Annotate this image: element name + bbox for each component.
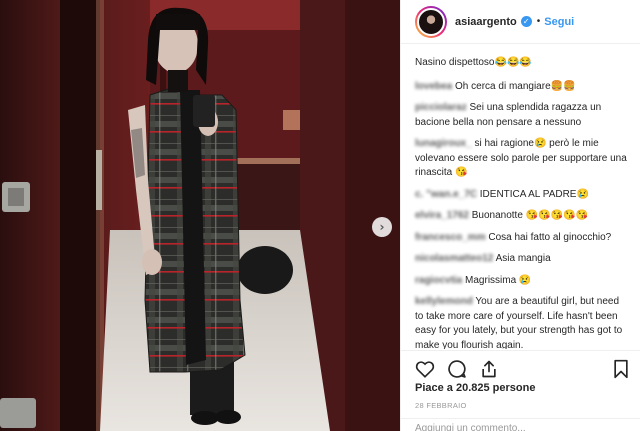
separator-dot: • — [536, 16, 541, 27]
mirror-selfie-image — [0, 0, 400, 431]
post-header: asiaargento ✓ • Segui — [401, 0, 640, 44]
comment-username[interactable]: kellylemond — [415, 296, 473, 307]
comment-item: lunagiroux_ si hai ragione😢 però le mie … — [415, 137, 628, 181]
comment-item: kellylemond You are a beautiful girl, bu… — [415, 295, 628, 349]
heart-icon[interactable] — [415, 360, 435, 378]
post-actions — [401, 350, 640, 380]
post-date: 28 FEBBRAIO — [415, 401, 467, 410]
comment-username[interactable]: lunagiroux_ — [415, 138, 472, 149]
avatar[interactable] — [415, 5, 447, 38]
comment-item: lovebea Oh cerca di mangiare🍔🍔 — [415, 80, 628, 95]
share-icon[interactable] — [479, 359, 499, 379]
comment-username[interactable]: lovebea — [415, 81, 452, 92]
comment-text: Magrissima 😢 — [465, 274, 532, 286]
avatar-image — [417, 7, 445, 36]
comment-text: Oh cerca di mangiare🍔🍔 — [455, 80, 576, 92]
comment-item: nicolasmatteo12 Asia mangia — [415, 252, 628, 267]
comment-username[interactable]: ragiocvtia — [415, 275, 462, 286]
comment-item: c. "wan.e_7C IDENTICA AL PADRE😢 — [415, 188, 628, 203]
add-comment-field[interactable]: Aggiungi un commento... — [401, 418, 640, 431]
comment-username[interactable]: francesco_mm — [415, 232, 486, 243]
comment-text: IDENTICA AL PADRE😢 — [479, 188, 589, 200]
comment-username[interactable]: c. "wan.e_7C — [415, 189, 477, 200]
comment-item: picciolaraz Sei una splendida ragazza un… — [415, 101, 628, 130]
comments-list: Nasino dispettoso😂😂😂 lovebea Oh cerca di… — [401, 44, 640, 349]
comment-text: Cosa hai fatto al ginocchio? — [488, 231, 612, 243]
comment-text: Asia mangia — [495, 253, 551, 264]
comment-username[interactable]: nicolasmatteo12 — [415, 253, 493, 264]
chevron-right-icon[interactable]: › — [372, 217, 392, 237]
bookmark-icon[interactable] — [613, 359, 629, 379]
comment-username[interactable]: elvira_1762 — [415, 210, 469, 221]
follow-button[interactable]: Segui — [544, 16, 574, 28]
comment-item: elvira_1762 Buonanotte 😘😘😘😘😘 — [415, 209, 628, 224]
comment-item: francesco_mm Cosa hai fatto al ginocchio… — [415, 231, 628, 246]
comment-icon[interactable] — [447, 359, 467, 379]
comment-username[interactable]: picciolaraz — [415, 102, 467, 113]
comment-item: ragiocvtia Magrissima 😢 — [415, 274, 628, 289]
likes-count[interactable]: Piace a 20.825 persone — [415, 382, 535, 394]
post-caption: Nasino dispettoso😂😂😂 — [415, 57, 532, 68]
comment-text: Buonanotte 😘😘😘😘😘 — [471, 210, 588, 221]
username[interactable]: asiaargento — [455, 16, 517, 28]
post-photo[interactable]: › — [0, 0, 400, 431]
verified-badge-icon: ✓ — [520, 16, 532, 27]
post-side-panel: asiaargento ✓ • Segui Nasino dispettoso😂… — [400, 0, 640, 431]
